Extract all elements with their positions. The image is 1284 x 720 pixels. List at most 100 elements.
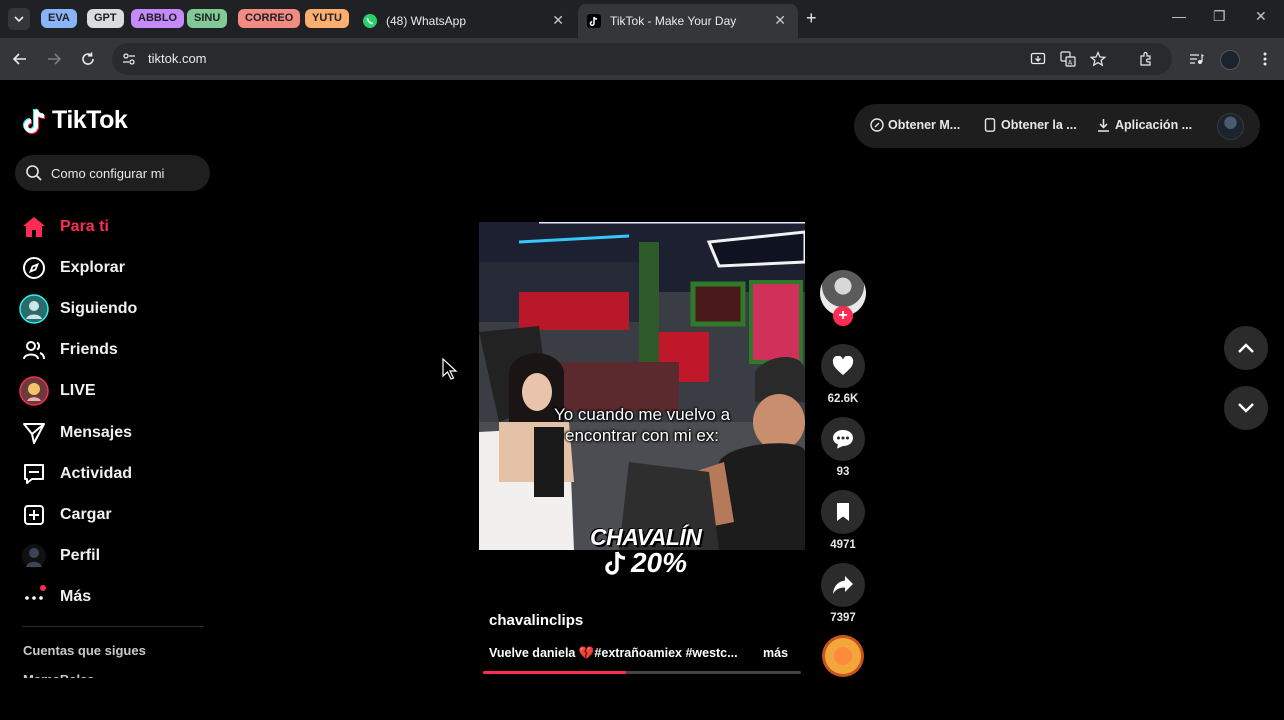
window-close-icon[interactable]: ✕ xyxy=(1255,8,1267,25)
nav-item-cargar[interactable]: Cargar xyxy=(18,494,218,535)
chevron-down-icon xyxy=(14,16,24,23)
like-button[interactable] xyxy=(821,344,865,388)
video-frame xyxy=(479,222,805,550)
minimize-icon[interactable]: — xyxy=(1172,8,1186,24)
previous-video-button[interactable] xyxy=(1224,326,1268,370)
nav-item-perfil[interactable]: Perfil xyxy=(18,536,218,577)
mouse-cursor-icon xyxy=(442,358,458,380)
install-app-icon[interactable] xyxy=(1029,50,1047,68)
tab-group-chip[interactable]: SINU xyxy=(187,9,228,28)
comment-icon xyxy=(833,430,853,449)
video-author[interactable]: chavalinclips xyxy=(489,612,583,629)
tab-group-chip[interactable]: ABBLO xyxy=(131,9,185,28)
share-count: 7397 xyxy=(830,612,856,624)
following-account-item[interactable]: MamaBalas xyxy=(23,672,95,678)
bookmark-star-icon[interactable] xyxy=(1089,50,1107,68)
nav-label: Friends xyxy=(60,341,118,359)
video-overlay-caption: Yo cuando me vuelvo a encontrar con mi e… xyxy=(479,404,805,446)
next-video-button[interactable] xyxy=(1224,386,1268,430)
pill-label: Aplicación ... xyxy=(1115,118,1193,132)
tab-tiktok[interactable]: TikTok - Make Your Day ✕ xyxy=(578,4,798,38)
heart-icon xyxy=(832,356,854,375)
reload-icon xyxy=(82,52,94,65)
restore-icon[interactable]: ❐ xyxy=(1213,8,1226,25)
search-icon xyxy=(26,165,42,181)
tab-search-button[interactable] xyxy=(8,8,30,30)
site-settings-icon[interactable] xyxy=(122,52,136,66)
pill-label: Obtener M... xyxy=(888,118,961,132)
new-tab-button[interactable]: + xyxy=(806,8,817,29)
nav-label: Perfil xyxy=(60,547,101,565)
music-disc-icon[interactable] xyxy=(822,635,864,677)
close-icon[interactable]: ✕ xyxy=(774,12,786,29)
tab-group-chip[interactable]: YUTU xyxy=(305,9,349,28)
send-icon xyxy=(18,417,50,449)
get-app-button[interactable]: Obtener la ... xyxy=(984,118,1077,132)
user-avatar[interactable] xyxy=(1217,113,1244,140)
more-button[interactable]: más xyxy=(763,646,788,660)
tiktok-page: TikTok Como configurar mi Para ti Explor… xyxy=(0,80,1284,720)
media-control-icon[interactable] xyxy=(1187,50,1205,68)
arrow-left-icon xyxy=(12,53,26,65)
address-bar[interactable]: tiktok.com xyxy=(112,43,1172,75)
profile-avatar[interactable] xyxy=(1220,50,1240,70)
follow-button[interactable]: + xyxy=(833,306,853,326)
tab-group-chip[interactable]: GPT xyxy=(87,9,124,28)
bookmark-icon xyxy=(837,503,849,521)
arrow-right-icon xyxy=(48,53,62,65)
live-avatar-icon xyxy=(18,375,50,407)
nav-label: Mensajes xyxy=(60,423,133,441)
forward-button[interactable] xyxy=(44,49,64,69)
close-icon[interactable]: ✕ xyxy=(552,12,564,29)
download-icon xyxy=(1098,119,1109,132)
video-progress-fill xyxy=(483,671,627,674)
extensions-icon[interactable] xyxy=(1137,50,1155,68)
video-description: Vuelve daniela 💔#extrañoamiex #westc... … xyxy=(489,646,789,661)
comment-button[interactable] xyxy=(821,417,865,461)
tiktok-logo[interactable]: TikTok xyxy=(22,106,128,135)
back-button[interactable] xyxy=(10,49,30,69)
following-section-title: Cuentas que sigues xyxy=(23,643,146,658)
more-icon xyxy=(18,581,50,613)
search-value: Como configurar mi xyxy=(51,165,165,181)
tab-title: (48) WhatsApp xyxy=(386,14,467,28)
share-button[interactable] xyxy=(821,563,865,607)
video-player[interactable]: Yo cuando me vuelvo a encontrar con mi e… xyxy=(479,222,805,550)
upload-icon xyxy=(18,499,50,531)
profile-avatar-icon xyxy=(18,540,50,572)
coin-icon xyxy=(870,118,884,132)
nav-label: Siguiendo xyxy=(60,299,138,317)
nav-label: Actividad xyxy=(60,464,133,482)
tab-title: TikTok - Make Your Day xyxy=(610,14,737,28)
nav-item-explorar[interactable]: Explorar xyxy=(18,247,218,288)
tiktok-icon xyxy=(586,13,602,29)
chevron-up-icon xyxy=(1238,343,1254,353)
translate-icon[interactable]: A xyxy=(1059,50,1077,68)
nav-item-live[interactable]: LIVE xyxy=(18,371,218,412)
browser-menu-icon[interactable] xyxy=(1256,50,1274,68)
nav-item-mas[interactable]: Más xyxy=(18,577,218,618)
video-watermark: CHAVALÍN 20% xyxy=(590,524,702,579)
overlay-line: encontrar con mi ex: xyxy=(564,426,719,445)
nav-item-para-ti[interactable]: Para ti xyxy=(18,206,218,247)
nav-item-mensajes[interactable]: Mensajes xyxy=(18,412,218,453)
reload-button[interactable] xyxy=(78,49,98,69)
compass-icon xyxy=(18,252,50,284)
whatsapp-icon xyxy=(362,13,378,29)
nav-item-siguiendo[interactable]: Siguiendo xyxy=(18,288,218,329)
nav-item-actividad[interactable]: Actividad xyxy=(18,453,218,494)
video-progress-bar[interactable] xyxy=(483,671,801,674)
nav-item-friends[interactable]: Friends xyxy=(18,330,218,371)
save-count: 4971 xyxy=(830,539,856,551)
tab-group-chip[interactable]: EVA xyxy=(41,9,77,28)
tab-whatsapp[interactable]: (48) WhatsApp ✕ xyxy=(356,4,576,38)
desktop-app-button[interactable]: Aplicación ... xyxy=(1097,118,1192,132)
tab-group-chip[interactable]: CORREO xyxy=(238,9,301,28)
search-input[interactable]: Como configurar mi xyxy=(15,155,210,191)
phone-icon xyxy=(984,118,996,132)
nav-label: Para ti xyxy=(60,217,109,235)
friends-icon xyxy=(18,334,50,366)
nav-label: Más xyxy=(60,588,92,606)
save-button[interactable] xyxy=(821,490,865,534)
get-coins-button[interactable]: Obtener M... xyxy=(870,118,960,132)
